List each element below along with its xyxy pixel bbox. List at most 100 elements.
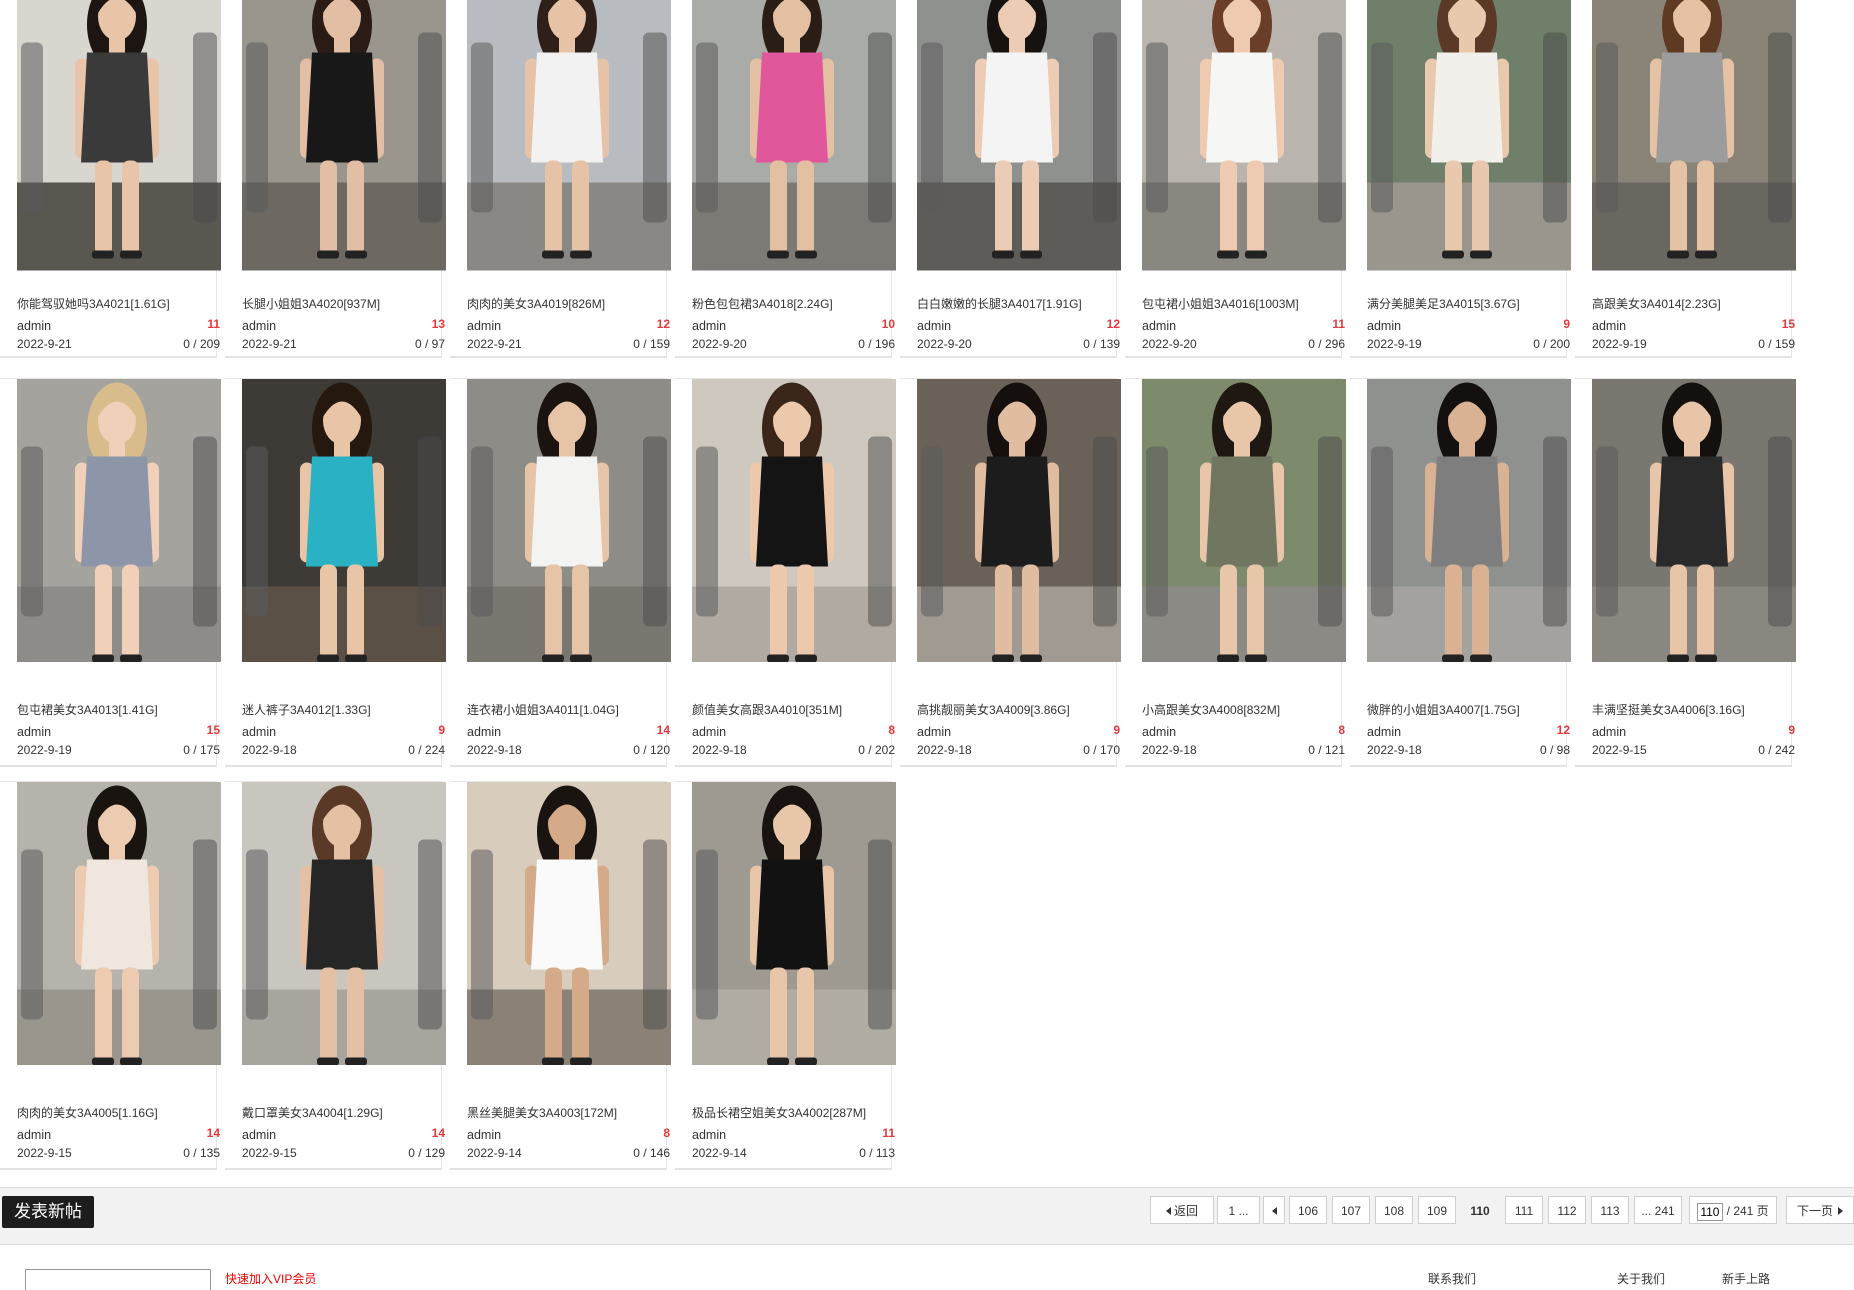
thread-thumbnail[interactable]: [692, 782, 896, 1090]
thread-card[interactable]: 长腿小姐姐3A4020[937M] admin 13 2022-9-21 0 / 97: [225, 0, 446, 358]
thread-card[interactable]: 颜值美女高跟3A4010[351M] admin 8 2022-9-18 0 / 202: [675, 378, 896, 767]
footer-contact-link[interactable]: 联系我们: [1428, 1270, 1476, 1287]
page-109[interactable]: 109: [1418, 1196, 1456, 1224]
thread-title[interactable]: 长腿小姐姐3A4020[937M]: [242, 295, 447, 312]
thread-thumbnail[interactable]: [467, 782, 671, 1090]
thread-thumbnail[interactable]: [17, 782, 221, 1090]
thread-thumbnail[interactable]: [1142, 379, 1346, 687]
page-108[interactable]: 108: [1375, 1196, 1413, 1224]
thread-card[interactable]: 微胖的小姐姐3A4007[1.75G] admin 12 2022-9-18 0 / 9…: [1350, 378, 1571, 767]
thread-author[interactable]: admin: [692, 1128, 726, 1142]
thread-card[interactable]: 高跟美女3A4014[2.23G] admin 15 2022-9-19 0 / 159: [1575, 0, 1796, 358]
footer-vip-link[interactable]: 快速加入VIP会员: [225, 1270, 316, 1287]
thread-author[interactable]: admin: [692, 725, 726, 739]
thread-author[interactable]: admin: [917, 725, 951, 739]
page-first[interactable]: 1 ...: [1217, 1196, 1260, 1224]
thread-card[interactable]: 连衣裙小姐姐3A4011[1.04G] admin 14 2022-9-18 0 / 1…: [450, 378, 671, 767]
thread-thumbnail[interactable]: [467, 0, 671, 283]
thread-title[interactable]: 小高跟美女3A4008[832M]: [1142, 701, 1347, 718]
page-jump-input[interactable]: [1697, 1202, 1724, 1221]
thread-thumbnail[interactable]: [17, 379, 221, 687]
thread-title[interactable]: 包屯裙小姐姐3A4016[1003M]: [1142, 295, 1347, 312]
thread-card[interactable]: 你能驾驭她吗3A4021[1.61G] admin 11 2022-9-21 0 / 2…: [0, 0, 221, 358]
page-112[interactable]: 112: [1548, 1196, 1586, 1224]
thread-title[interactable]: 包屯裙美女3A4013[1.41G]: [17, 701, 222, 718]
thread-title[interactable]: 连衣裙小姐姐3A4011[1.04G]: [467, 701, 672, 718]
footer-search-box[interactable]: [25, 1269, 211, 1290]
footer-about-link[interactable]: 关于我们: [1617, 1270, 1665, 1287]
thread-card[interactable]: 包屯裙小姐姐3A4016[1003M] admin 11 2022-9-20 0 / 2…: [1125, 0, 1346, 358]
thread-thumbnail[interactable]: [692, 379, 896, 687]
thread-author[interactable]: admin: [467, 1128, 501, 1142]
new-post-button[interactable]: 发表新帖: [2, 1196, 94, 1228]
thread-author[interactable]: admin: [1367, 725, 1401, 739]
prev-page-button[interactable]: [1263, 1196, 1285, 1224]
thread-author[interactable]: admin: [242, 725, 276, 739]
thread-author[interactable]: admin: [1142, 725, 1176, 739]
thread-thumbnail[interactable]: [467, 379, 671, 687]
thread-author[interactable]: admin: [467, 319, 501, 333]
page-107[interactable]: 107: [1332, 1196, 1370, 1224]
thread-thumbnail[interactable]: [1592, 0, 1796, 283]
reply-count: 10: [881, 317, 895, 331]
page-106[interactable]: 106: [1289, 1196, 1327, 1224]
thread-author[interactable]: admin: [1142, 319, 1176, 333]
thread-thumbnail[interactable]: [1592, 379, 1796, 687]
thread-title[interactable]: 微胖的小姐姐3A4007[1.75G]: [1367, 701, 1572, 718]
thread-title[interactable]: 满分美腿美足3A4015[3.67G]: [1367, 295, 1572, 312]
thread-card[interactable]: 肉肉的美女3A4005[1.16G] admin 14 2022-9-15 0 / 13…: [0, 781, 221, 1170]
thread-thumbnail[interactable]: [917, 0, 1121, 283]
thread-title[interactable]: 极品长裙空姐美女3A4002[287M]: [692, 1104, 897, 1121]
thread-title[interactable]: 粉色包包裙3A4018[2.24G]: [692, 295, 897, 312]
thread-title[interactable]: 肉肉的美女3A4019[826M]: [467, 295, 672, 312]
thread-title[interactable]: 高跟美女3A4014[2.23G]: [1592, 295, 1797, 312]
next-page-button[interactable]: 下一页: [1786, 1196, 1854, 1224]
page-last[interactable]: ... 241: [1634, 1196, 1682, 1224]
thread-title[interactable]: 肉肉的美女3A4005[1.16G]: [17, 1104, 222, 1121]
thread-thumbnail[interactable]: [242, 379, 446, 687]
thread-author[interactable]: admin: [17, 1128, 51, 1142]
back-button[interactable]: 返回: [1150, 1196, 1214, 1224]
thread-card[interactable]: 极品长裙空姐美女3A4002[287M] admin 11 2022-9-14 0 / …: [675, 781, 896, 1170]
thread-title[interactable]: 颜值美女高跟3A4010[351M]: [692, 701, 897, 718]
thread-card[interactable]: 小高跟美女3A4008[832M] admin 8 2022-9-18 0 / 121: [1125, 378, 1346, 767]
page-111[interactable]: 111: [1505, 1196, 1543, 1224]
thread-title[interactable]: 高挑靓丽美女3A4009[3.86G]: [917, 701, 1122, 718]
thread-author[interactable]: admin: [1592, 725, 1626, 739]
thread-thumbnail[interactable]: [17, 0, 221, 283]
thread-card[interactable]: 丰满坚挺美女3A4006[3.16G] admin 9 2022-9-15 0 / 24…: [1575, 378, 1796, 767]
thread-title[interactable]: 戴口罩美女3A4004[1.29G]: [242, 1104, 447, 1121]
thread-thumbnail[interactable]: [692, 0, 896, 283]
thread-title[interactable]: 白白嫩嫩的长腿3A4017[1.91G]: [917, 295, 1122, 312]
thread-card[interactable]: 包屯裙美女3A4013[1.41G] admin 15 2022-9-19 0 / 17…: [0, 378, 221, 767]
thread-author[interactable]: admin: [17, 319, 51, 333]
thread-thumbnail[interactable]: [1142, 0, 1346, 283]
thread-card[interactable]: 高挑靓丽美女3A4009[3.86G] admin 9 2022-9-18 0 / 17…: [900, 378, 1121, 767]
thread-card[interactable]: 戴口罩美女3A4004[1.29G] admin 14 2022-9-15 0 / 12…: [225, 781, 446, 1170]
thread-title[interactable]: 黑丝美腿美女3A4003[172M]: [467, 1104, 672, 1121]
thread-card[interactable]: 粉色包包裙3A4018[2.24G] admin 10 2022-9-20 0 / 19…: [675, 0, 896, 358]
thread-card[interactable]: 迷人裤子3A4012[1.33G] admin 9 2022-9-18 0 / 224: [225, 378, 446, 767]
thread-author[interactable]: admin: [467, 725, 501, 739]
thread-title[interactable]: 丰满坚挺美女3A4006[3.16G]: [1592, 701, 1797, 718]
thread-thumbnail[interactable]: [1367, 379, 1571, 687]
page-113[interactable]: 113: [1591, 1196, 1629, 1224]
thread-card[interactable]: 白白嫩嫩的长腿3A4017[1.91G] admin 12 2022-9-20 0 / …: [900, 0, 1121, 358]
thread-thumbnail[interactable]: [242, 782, 446, 1090]
thread-card[interactable]: 黑丝美腿美女3A4003[172M] admin 8 2022-9-14 0 / 146: [450, 781, 671, 1170]
thread-thumbnail[interactable]: [917, 379, 1121, 687]
thread-author[interactable]: admin: [17, 725, 51, 739]
thread-author[interactable]: admin: [242, 1128, 276, 1142]
thread-title[interactable]: 迷人裤子3A4012[1.33G]: [242, 701, 447, 718]
thread-author[interactable]: admin: [1592, 319, 1626, 333]
thread-author[interactable]: admin: [242, 319, 276, 333]
thread-author[interactable]: admin: [917, 319, 951, 333]
thread-author[interactable]: admin: [692, 319, 726, 333]
thread-thumbnail[interactable]: [242, 0, 446, 283]
thread-author[interactable]: admin: [1367, 319, 1401, 333]
thread-card[interactable]: 肉肉的美女3A4019[826M] admin 12 2022-9-21 0 / 159: [450, 0, 671, 358]
thread-title[interactable]: 你能驾驭她吗3A4021[1.61G]: [17, 295, 222, 312]
footer-newbie-link[interactable]: 新手上路: [1722, 1270, 1770, 1287]
thread-thumbnail[interactable]: [1367, 0, 1571, 283]
thread-card[interactable]: 满分美腿美足3A4015[3.67G] admin 9 2022-9-19 0 / 20…: [1350, 0, 1571, 358]
